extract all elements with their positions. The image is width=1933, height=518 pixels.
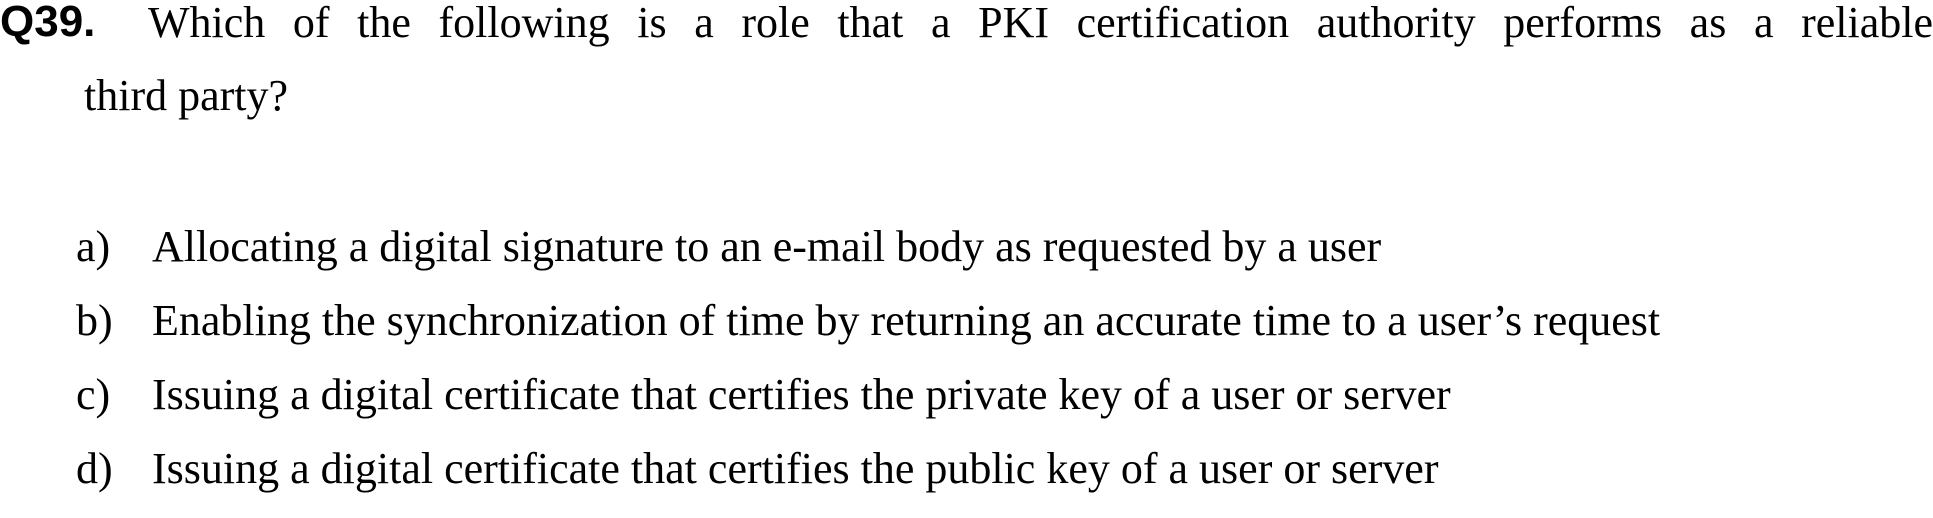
option-text: Issuing a digital certificate that certi… [152,444,1439,493]
question-text-line-2: third party? [84,71,289,120]
question-text-line-1: Which of the following is a role that a … [148,0,1933,47]
option-text: Enabling the synchronization of time by … [152,296,1661,345]
option-letter: d) [76,444,113,493]
option-letter: b) [76,296,113,345]
question-text: Which of the following is a role that a … [84,0,1933,132]
option-letter: a) [76,222,111,271]
question-number: Q39. [0,0,96,46]
option-text: Issuing a digital certificate that certi… [152,370,1451,419]
option-text: Allocating a digital signature to an e-m… [152,222,1382,271]
option-letter: c) [76,370,111,419]
